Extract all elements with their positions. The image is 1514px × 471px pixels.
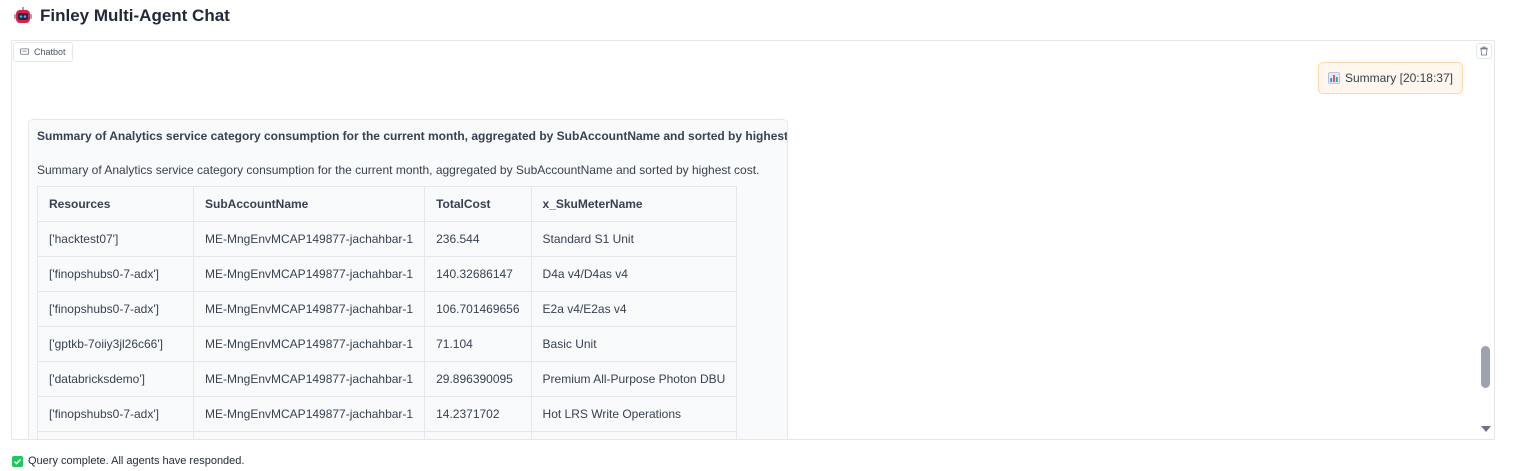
bot-message-heading: Summary of Analytics service category co…	[37, 129, 788, 143]
table-row: ['hacktest07'] ME-MngEnvMCAP149877-jacha…	[37, 221, 738, 257]
table-cell: D4a v4/D4as v4	[530, 256, 738, 292]
table-cell: ME-MngEnvMCAP149877-jachahbar-1	[192, 221, 426, 257]
table-row: ['finopshubs0-7-adx'] ME-MngEnvMCAP14987…	[37, 256, 738, 292]
scroll-down-arrow-icon[interactable]	[1481, 426, 1491, 432]
checkbox-check-icon	[12, 455, 23, 467]
results-table: Resources SubAccountName TotalCost x_Sku…	[37, 186, 738, 439]
table-cell: 29.896390095	[424, 361, 532, 397]
table-cell: ME-MngEnvMCAP149877-jachahbar-1	[192, 361, 426, 397]
chatbot-panel: Chatbot Summary [20:18:37] Summary of An…	[11, 40, 1495, 440]
table-cell: 14.2371702	[424, 396, 532, 432]
table-header-row: Resources SubAccountName TotalCost x_Sku…	[37, 186, 738, 222]
table-row: ['finopshubs0-7-adx'] ME-MngEnvMCAP14987…	[37, 291, 738, 327]
column-header: TotalCost	[424, 186, 532, 222]
chatbot-label-text: Chatbot	[34, 47, 66, 57]
table-cell: E2a v4/E2as v4	[530, 291, 738, 327]
table-row: ['databricksdemo'] ME-MngEnvMCAP149877-j…	[37, 361, 738, 397]
table-cell: 71.104	[424, 326, 532, 362]
status-text: Query complete. All agents have responde…	[28, 455, 245, 467]
table-row: ['gptkb-7oiiy3jl26c66'] ME-MngEnvMCAP149…	[37, 326, 738, 362]
table-cell: Hot LRS Write Operations	[530, 396, 738, 432]
table-cell: 140.32686147	[424, 256, 532, 292]
table-cell: ['finopshubs0-7-adx']	[37, 256, 194, 292]
user-message-text: Summary [20:18:37]	[1344, 71, 1453, 85]
table-cell	[192, 431, 426, 439]
table-cell	[37, 431, 194, 439]
table-cell: 236.544	[424, 221, 532, 257]
clear-chat-button[interactable]	[1476, 43, 1492, 59]
table-cell: ['hacktest07']	[37, 221, 194, 257]
table-cell: Premium All-Purpose Photon DBU	[530, 361, 738, 397]
scrollbar-thumb[interactable]	[1481, 346, 1490, 388]
bot-message: Summary of Analytics service category co…	[28, 119, 788, 439]
table-cell: ['finopshubs0-7-adx']	[37, 396, 194, 432]
table-row: ['finopshubs0-7-adx'] ME-MngEnvMCAP14987…	[37, 396, 738, 432]
user-message: Summary [20:18:37]	[1317, 62, 1463, 94]
column-header: SubAccountName	[192, 186, 426, 222]
table-cell: ME-MngEnvMCAP149877-jachahbar-1	[192, 396, 426, 432]
table-cell	[424, 431, 532, 439]
table-cell: Basic Unit	[530, 326, 738, 362]
table-cell: ME-MngEnvMCAP149877-jachahbar-1	[192, 256, 426, 292]
table-cell: ['finopshubs0-7-adx']	[37, 291, 194, 327]
trash-icon	[1480, 46, 1488, 56]
chat-icon	[20, 48, 29, 55]
bot-message-description: Summary of Analytics service category co…	[37, 163, 760, 177]
table-row	[37, 431, 738, 439]
column-header: Resources	[37, 186, 194, 222]
table-cell: Standard S1 Unit	[530, 221, 738, 257]
robot-icon	[14, 7, 32, 23]
table-cell: ME-MngEnvMCAP149877-jachahbar-1	[192, 326, 426, 362]
page-title: Finley Multi-Agent Chat	[40, 6, 230, 25]
table-cell	[530, 431, 738, 439]
table-cell: 106.701469656	[424, 291, 532, 327]
bar-chart-icon	[1328, 72, 1340, 84]
table-cell: ['databricksdemo']	[37, 361, 194, 397]
app-header: Finley Multi-Agent Chat	[13, 4, 230, 28]
table-cell: ME-MngEnvMCAP149877-jachahbar-1	[192, 291, 426, 327]
chatbot-label: Chatbot	[13, 42, 73, 62]
status-bar: Query complete. All agents have responde…	[12, 455, 244, 467]
table-cell: ['gptkb-7oiiy3jl26c66']	[37, 326, 194, 362]
column-header: x_SkuMeterName	[530, 186, 738, 222]
